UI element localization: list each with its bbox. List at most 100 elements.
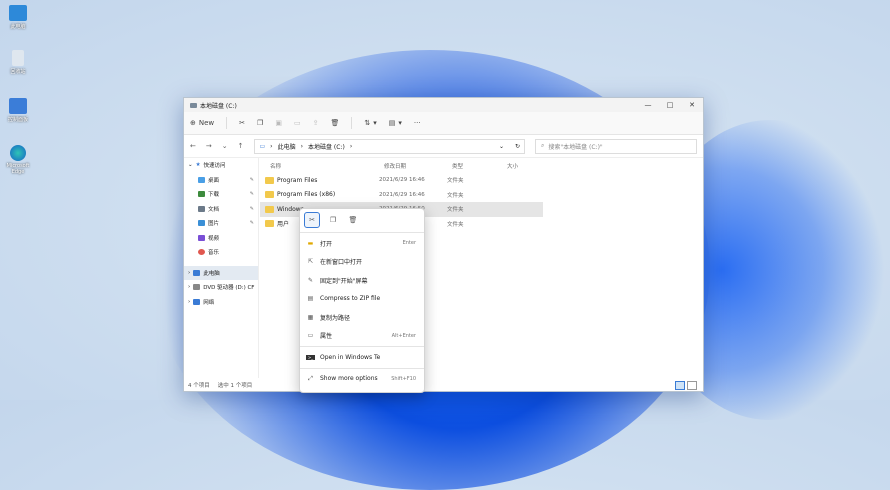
properties-icon: ▭ — [307, 332, 314, 340]
breadcrumb-this-pc[interactable]: 此电脑 — [278, 142, 296, 151]
edge-icon — [10, 145, 26, 161]
sidebar-item-videos[interactable]: 视频 — [184, 231, 258, 246]
sidebar-item-documents[interactable]: 文档 ✎ — [184, 202, 258, 217]
more-options-icon: ⤢ — [308, 374, 313, 382]
desktop-icon-label: 此电脑 — [10, 24, 26, 30]
delete-icon[interactable]: 🗑 — [346, 213, 360, 227]
sidebar-item-dvd-drive[interactable]: › DVD 驱动器 (D:) CF — [184, 280, 258, 295]
menu-item-properties[interactable]: ▭ 属性 Alt+Enter — [300, 327, 424, 346]
desktop-icon-control-panel[interactable]: 控制面板 — [4, 98, 32, 123]
sort-icon: ⇅ — [364, 119, 371, 127]
menu-item-open-terminal[interactable]: >_ Open in Windows Te — [300, 348, 424, 367]
sidebar-item-label: 此电脑 — [203, 270, 220, 277]
forward-icon[interactable]: → — [206, 142, 212, 150]
maximize-button[interactable]: □ — [659, 101, 681, 109]
more-button[interactable]: ··· — [414, 119, 421, 127]
dvd-icon — [193, 284, 201, 291]
chevron-down-icon: ⌄ — [188, 162, 193, 169]
sidebar-item-label: 图片 — [208, 221, 220, 228]
search-box[interactable]: ⌕ 搜索"本地磁盘 (C:)" — [535, 138, 697, 154]
menu-item-show-more-options[interactable]: ⤢ Show more options Shift+F10 — [300, 370, 424, 389]
menu-item-pin-to-start[interactable]: ✎ 固定到"开始"屏幕 — [300, 271, 424, 290]
cut-icon[interactable]: ✂ — [304, 212, 320, 228]
menu-item-open-new-window[interactable]: ⇱ 在新窗口中打开 — [300, 253, 424, 272]
terminal-icon: >_ — [306, 354, 315, 360]
delete-icon[interactable]: 🗑 — [330, 119, 339, 127]
copy-path-icon: ▦ — [307, 313, 314, 321]
chevron-down-icon[interactable]: ⌄ — [222, 142, 228, 150]
new-button-label: New — [198, 119, 215, 127]
menu-item-shortcut: Enter — [402, 240, 416, 247]
divider — [300, 367, 424, 369]
desktop-icon — [198, 176, 205, 183]
minimize-button[interactable]: — — [637, 101, 659, 109]
tiles-view-icon[interactable] — [687, 380, 697, 390]
table-row[interactable]: Program Files 2021/6/29 16:46 文件夹 — [260, 173, 703, 188]
desktop-icon-edge[interactable]: Microsoft Edge — [4, 145, 32, 175]
address-bar[interactable]: ▭ › 此电脑 › 本地磁盘 (C:) › ⌄ ↻ — [253, 138, 525, 154]
file-name: 用户 — [277, 221, 290, 229]
file-type: 文件夹 — [447, 221, 464, 228]
desktop-icon-label: 控制面板 — [7, 117, 28, 123]
address-dropdown-icon[interactable]: ⌄ — [499, 143, 504, 150]
paste-icon[interactable]: ▣ — [275, 119, 282, 127]
column-type[interactable]: 类型 — [452, 162, 507, 170]
sidebar-item-label: 视频 — [208, 235, 220, 242]
close-button[interactable]: ✕ — [681, 101, 703, 109]
sidebar-item-desktop[interactable]: 桌面 ✎ — [184, 173, 258, 188]
star-icon: ★ — [195, 162, 201, 169]
selected-count: 选中 1 个项目 — [217, 383, 253, 389]
menu-item-label: 在新窗口中打开 — [320, 259, 363, 267]
table-row[interactable]: Program Files (x86) 2021/6/29 16:46 文件夹 — [260, 188, 703, 203]
pin-icon: ✎ — [249, 220, 254, 227]
breadcrumb-sep-icon: › — [300, 142, 303, 150]
music-icon — [198, 249, 205, 256]
breadcrumb-c-drive[interactable]: 本地磁盘 (C:) — [308, 142, 345, 151]
navigation-pane: ⌄ ★ 快速访问 桌面 ✎ 下载 ✎ 文档 ✎ 图片 ✎ 视频 音乐 › 此电脑… — [184, 158, 259, 378]
rename-icon[interactable]: ▭ — [294, 119, 301, 127]
details-view-icon[interactable] — [675, 380, 685, 390]
sidebar-item-this-pc[interactable]: › 此电脑 — [184, 265, 258, 280]
menu-item-shortcut: Shift+F10 — [391, 375, 416, 382]
column-size[interactable]: 大小 — [507, 162, 518, 170]
column-name[interactable]: 名称 — [270, 162, 384, 170]
column-header: 名称 修改日期 类型 大小 — [260, 158, 703, 173]
back-icon[interactable]: ← — [190, 142, 196, 150]
sidebar-item-pictures[interactable]: 图片 ✎ — [184, 216, 258, 231]
monitor-icon — [9, 5, 27, 21]
monitor-icon: ▭ — [259, 142, 266, 150]
menu-item-compress-zip[interactable]: ▤ Compress to ZIP file — [300, 290, 424, 309]
drive-icon — [190, 102, 197, 108]
sidebar-item-network[interactable]: › 网络 — [184, 295, 258, 310]
sort-button[interactable]: ⇅ ▾ — [364, 119, 376, 127]
chevron-right-icon: › — [188, 298, 191, 305]
window-title: 本地磁盘 (C:) — [200, 102, 237, 110]
up-icon[interactable]: ↑ — [238, 142, 244, 150]
breadcrumb-sep-icon: › — [270, 142, 273, 150]
menu-item-copy-path[interactable]: ▦ 复制为路径 — [300, 308, 424, 327]
item-count: 4 个项目 — [188, 383, 210, 389]
zip-icon: ▤ — [307, 295, 314, 303]
share-icon[interactable]: ⇪ — [313, 119, 319, 127]
folder-icon — [265, 191, 274, 199]
desktop-icon-this-pc[interactable]: 此电脑 — [4, 5, 32, 30]
file-date: 2021/6/29 16:46 — [379, 191, 425, 198]
divider — [300, 232, 424, 233]
copy-icon[interactable]: ❐ — [257, 119, 263, 127]
sidebar-item-label: 音乐 — [208, 250, 220, 257]
menu-item-open[interactable]: ▬ 打开 Enter — [300, 234, 424, 253]
sidebar-item-quick-access[interactable]: ⌄ ★ 快速访问 — [184, 158, 258, 173]
copy-icon[interactable]: ❐ — [326, 213, 340, 227]
new-button[interactable]: ⊕ New — [190, 119, 214, 127]
column-date[interactable]: 修改日期 — [384, 162, 452, 170]
refresh-icon[interactable]: ↻ — [515, 143, 520, 150]
monitor-icon — [193, 269, 201, 276]
view-button[interactable]: ▤ ▾ — [389, 119, 402, 127]
sidebar-item-music[interactable]: 音乐 — [184, 245, 258, 260]
sidebar-item-downloads[interactable]: 下载 ✎ — [184, 187, 258, 202]
desktop-icon-recycle-bin[interactable]: 回收站 — [4, 50, 32, 75]
desktop-icon-label: 回收站 — [10, 69, 26, 75]
menu-item-shortcut: Alt+Enter — [391, 332, 416, 339]
pin-icon: ✎ — [249, 205, 254, 212]
cut-icon[interactable]: ✂ — [239, 119, 245, 127]
